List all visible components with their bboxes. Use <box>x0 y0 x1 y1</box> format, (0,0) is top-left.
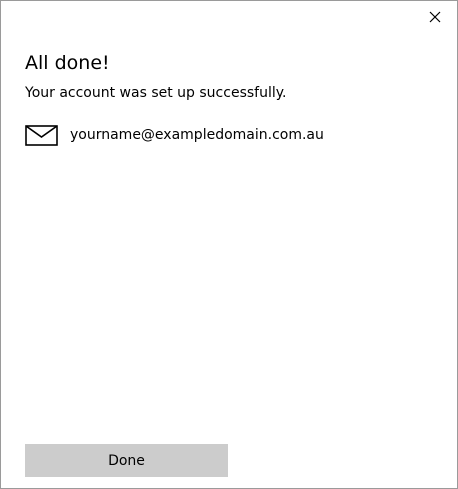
account-row: yourname@exampledomain.com.au <box>25 124 324 146</box>
done-button[interactable]: Done <box>25 444 228 477</box>
close-button[interactable] <box>427 9 443 25</box>
success-message: Your account was set up successfully. <box>25 85 287 101</box>
account-setup-dialog: All done! Your account was set up succes… <box>0 0 458 489</box>
dialog-title: All done! <box>25 52 110 74</box>
close-icon <box>427 9 443 25</box>
mail-icon <box>25 124 58 146</box>
account-email: yourname@exampledomain.com.au <box>70 127 324 143</box>
